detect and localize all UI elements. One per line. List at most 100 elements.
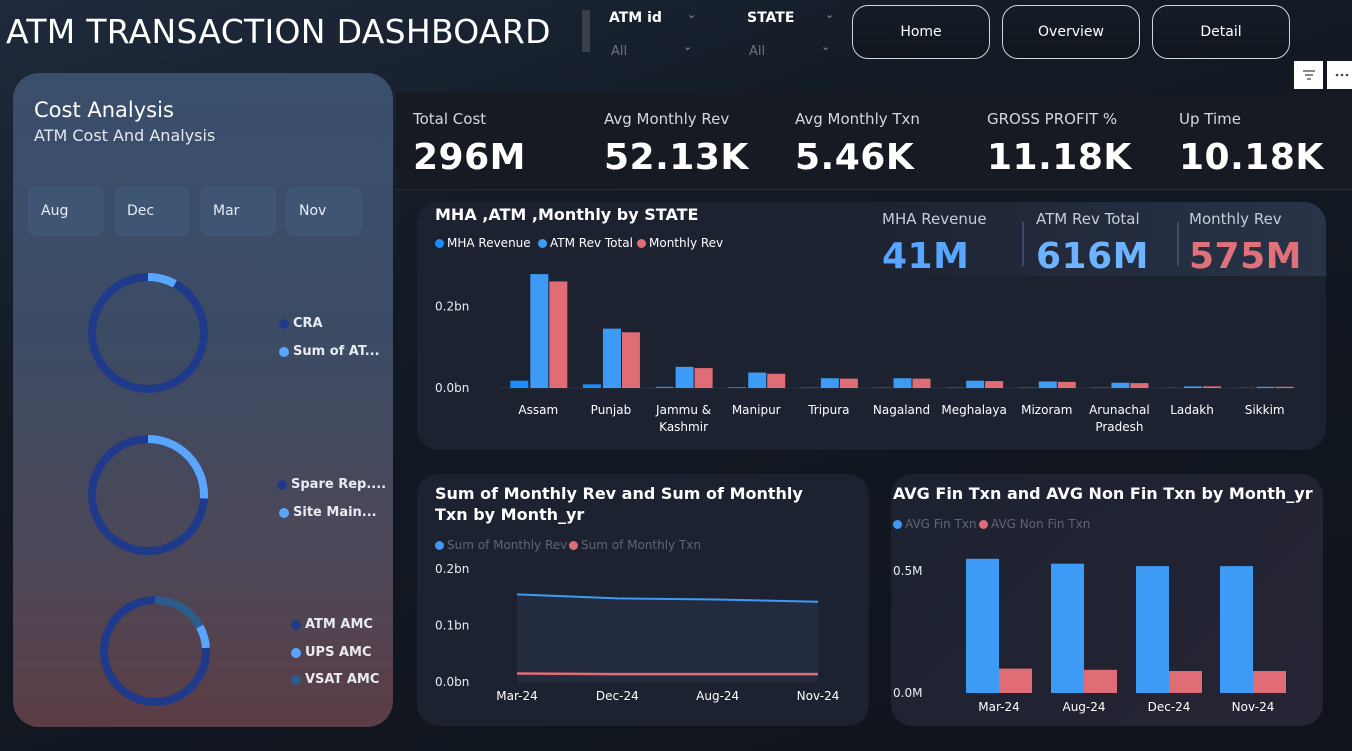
legend-label: Spare Rep....: [291, 477, 387, 492]
x-tick-label: Mizoram: [1021, 403, 1072, 417]
x-tick-label: Nagaland: [873, 403, 930, 417]
bar: [1057, 381, 1076, 388]
bar: [582, 384, 601, 388]
cost-analysis-panel: Cost Analysis ATM Cost And Analysis Aug …: [13, 73, 393, 727]
kpi-value: 10.18K: [1179, 137, 1324, 178]
bar: [655, 386, 674, 388]
more-options-icon[interactable]: [1327, 61, 1352, 89]
bar: [621, 332, 640, 388]
kpi-card: Up Time 10.18K: [1179, 110, 1324, 178]
legend-item: CRA: [279, 316, 323, 331]
bar: [1275, 386, 1294, 388]
filter-icon[interactable]: [1294, 61, 1323, 89]
y-tick-label: 0.1bn: [435, 619, 469, 633]
y-tick-label: 0.0bn: [435, 675, 469, 689]
bar: [839, 378, 858, 388]
bar: [728, 387, 747, 388]
donut-chart-amc[interactable]: [95, 591, 215, 711]
kpi-label: Avg Monthly Txn: [795, 110, 920, 128]
atm-id-slicer-value[interactable]: All: [611, 44, 627, 59]
x-tick-label: Pradesh: [1095, 420, 1143, 434]
bar: [767, 373, 786, 388]
series-line: [516, 672, 818, 676]
x-tick-label: Meghalaya: [941, 403, 1006, 417]
bar: [748, 372, 767, 388]
bar: [549, 281, 568, 388]
bar: [1051, 563, 1084, 693]
overview-button[interactable]: Overview: [1002, 5, 1140, 59]
bar: [510, 380, 529, 388]
atm-id-slicer[interactable]: ATM id ⌄ All ⌄: [609, 8, 705, 64]
month-filter-tile[interactable]: Aug: [28, 186, 104, 236]
legend-item: UPS AMC: [291, 645, 372, 660]
home-button[interactable]: Home: [852, 5, 990, 59]
legend-dot: [279, 507, 289, 518]
y-tick-label: 0.0bn: [435, 381, 469, 395]
x-tick-label: Aug-24: [696, 689, 739, 703]
bar: [1253, 671, 1286, 693]
x-tick-label: Mar-24: [496, 689, 537, 703]
legend-item: VSAT AMC: [291, 672, 379, 687]
legend-dot: [277, 479, 287, 490]
x-tick-label: Arunachal: [1089, 403, 1150, 417]
donut-chart-spare[interactable]: [83, 430, 213, 560]
y-tick-label: 0.2bn: [435, 562, 469, 576]
bar: [985, 381, 1004, 388]
legend-dot: [279, 318, 289, 329]
state-slicer[interactable]: STATE ⌄ All ⌄: [747, 8, 843, 64]
bar: [1111, 382, 1130, 388]
kpi-label: Up Time: [1179, 110, 1241, 128]
legend-item: Site Main...: [279, 505, 377, 520]
legend-label: Site Main...: [293, 505, 377, 520]
x-tick-label: Jammu &: [655, 403, 711, 417]
legend-dot: [291, 619, 301, 630]
y-tick-label: 0.2bn: [435, 300, 469, 314]
area-fill: [517, 594, 818, 682]
x-tick-label: Punjab: [591, 403, 632, 417]
x-tick-label: Kashmir: [659, 420, 708, 434]
legend-item: ATM AMC: [291, 617, 373, 632]
state-slicer-label: STATE: [747, 10, 795, 26]
bar: [820, 378, 839, 388]
cost-panel-subtitle: ATM Cost And Analysis: [34, 126, 216, 145]
fin-txn-bar-chart[interactable]: 0.0M 0.5M Mar-24 Aug-24 Dec-24 Nov-24: [891, 474, 1323, 726]
x-tick-label: Mar-24: [978, 700, 1019, 714]
bar: [1220, 566, 1253, 693]
donut-slice: [88, 273, 208, 393]
monthly-rev-txn-card: Sum of Monthly Rev and Sum of Monthly Tx…: [417, 474, 869, 726]
bar: [1084, 669, 1117, 693]
state-chart-card: MHA ,ATM ,Monthly by STATE MHA Revenue A…: [417, 202, 1326, 450]
chevron-down-icon[interactable]: ⌄: [821, 40, 830, 53]
bar: [912, 378, 931, 388]
chevron-down-icon[interactable]: ⌄: [825, 8, 834, 21]
month-filter-tile[interactable]: Mar: [200, 186, 276, 236]
kpi-value: 296M: [413, 137, 526, 178]
cost-panel-title: Cost Analysis: [34, 98, 174, 122]
state-bar-chart[interactable]: 0.0bn 0.2bn Assam Punjab Jammu & Kashmir Manip…: [417, 202, 1326, 450]
chevron-down-icon[interactable]: ⌄: [683, 40, 692, 53]
slicer-divider: [582, 10, 590, 52]
dashboard-title: ATM TRANSACTION DASHBOARD: [6, 12, 551, 51]
detail-button[interactable]: Detail: [1152, 5, 1290, 59]
month-filter-tile[interactable]: Nov: [286, 186, 362, 236]
kpi-value: 52.13K: [604, 137, 749, 178]
month-filter-tile[interactable]: Dec: [114, 186, 190, 236]
x-tick-label: Dec-24: [596, 689, 639, 703]
bar: [966, 380, 985, 388]
kpi-card: Avg Monthly Txn 5.46K: [795, 110, 920, 178]
bar: [999, 668, 1032, 693]
x-tick-label: Nov-24: [797, 689, 840, 703]
state-slicer-value[interactable]: All: [749, 44, 765, 59]
bar: [602, 328, 621, 388]
x-tick-label: Dec-24: [1148, 700, 1191, 714]
x-tick-label: Manipur: [732, 403, 781, 417]
legend-label: Sum of AT...: [293, 344, 380, 359]
bar: [1038, 381, 1057, 388]
bar: [1184, 386, 1203, 388]
chevron-down-icon[interactable]: ⌄: [687, 8, 696, 21]
monthly-area-chart[interactable]: 0.0bn 0.1bn 0.2bn Mar-24 Dec-24 Aug-24 Nov-24: [417, 474, 869, 726]
kpi-card: Total Cost 296M: [413, 110, 526, 178]
donut-chart-cra[interactable]: [83, 268, 213, 398]
legend-label: VSAT AMC: [305, 672, 380, 687]
x-tick-label: Ladakh: [1170, 403, 1214, 417]
